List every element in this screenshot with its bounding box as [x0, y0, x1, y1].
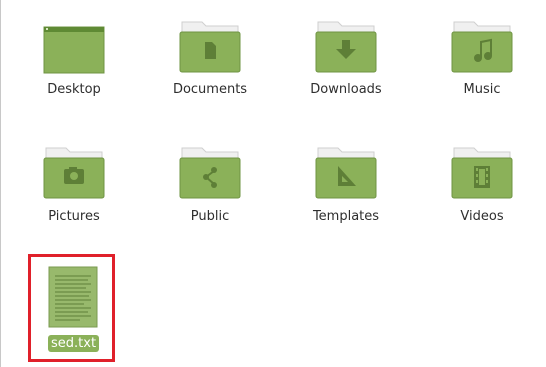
- file-label-downloads: Downloads: [310, 82, 382, 97]
- file-manager-icon-view: Desktop Documents Downloads Music Pictur…: [0, 0, 546, 367]
- pictures-folder-icon: [43, 147, 105, 199]
- file-item-videos[interactable]: Videos: [422, 136, 542, 236]
- file-label-pictures: Pictures: [48, 209, 100, 224]
- view-left-border: [0, 0, 1, 367]
- music-folder-icon: [451, 21, 513, 73]
- file-label-videos: Videos: [460, 209, 504, 224]
- file-item-documents[interactable]: Documents: [150, 10, 270, 110]
- file-label-templates: Templates: [312, 209, 380, 224]
- downloads-folder-icon: [315, 21, 377, 73]
- file-item-downloads[interactable]: Downloads: [286, 10, 406, 110]
- file-item-music[interactable]: Music: [422, 10, 542, 110]
- templates-folder-icon: [315, 147, 377, 199]
- highlight-annotation-box: [28, 254, 115, 362]
- file-label-music: Music: [463, 82, 501, 97]
- public-folder-icon: [179, 147, 241, 199]
- file-item-pictures[interactable]: Pictures: [14, 136, 134, 236]
- desktop-folder-icon: [43, 26, 105, 74]
- file-item-desktop[interactable]: Desktop: [14, 10, 134, 110]
- documents-folder-icon: [179, 21, 241, 73]
- file-item-public[interactable]: Public: [150, 136, 270, 236]
- file-label-documents: Documents: [172, 82, 248, 97]
- videos-folder-icon: [451, 147, 513, 199]
- file-label-desktop: Desktop: [47, 82, 101, 97]
- file-item-templates[interactable]: Templates: [286, 136, 406, 236]
- file-label-public: Public: [190, 209, 230, 224]
